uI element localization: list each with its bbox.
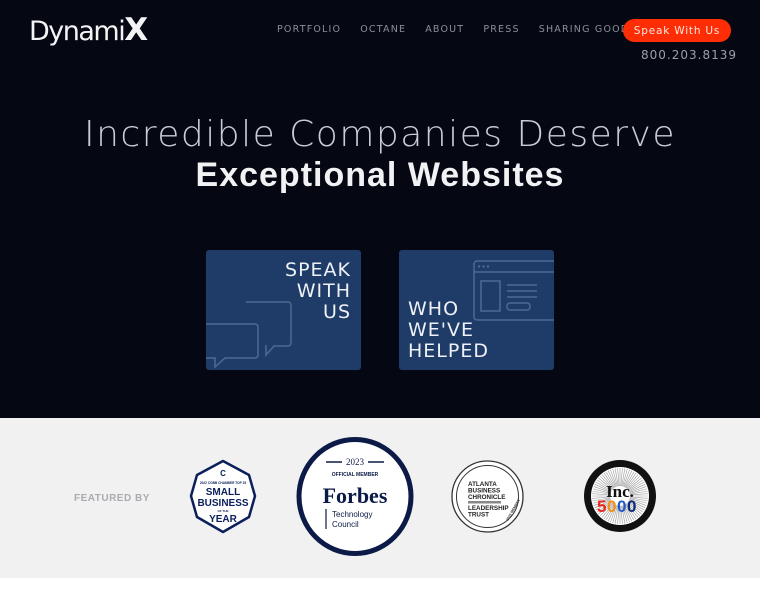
abc-line3: CHRONICLE (468, 494, 505, 501)
card-line: HELPED (408, 340, 489, 362)
cobb-letter: C (220, 469, 226, 478)
inc-digit: 5 (597, 497, 606, 516)
headline-bold: Exceptional Websites (195, 156, 565, 194)
dynamix-logo[interactable]: DynamiX (29, 12, 148, 48)
nav-portfolio[interactable]: PORTFOLIO (277, 24, 341, 35)
phone-number-link[interactable]: 800.203.8139 (641, 48, 737, 62)
card-line: SPEAK (285, 259, 351, 281)
card-line: US (323, 301, 351, 323)
who-weve-helped-card[interactable]: WHO WE'VE HELPED (399, 250, 554, 370)
atlanta-business-chronicle-badge[interactable]: ATLANTA BUSINESS CHRONICLE LEADERSHIP TR… (450, 459, 525, 534)
cobb-line1: SMALL (206, 487, 240, 498)
forbes-badge[interactable]: 2023 OFFICIAL MEMBER Forbes Technology C… (295, 436, 415, 557)
forbes-council2: Council (332, 520, 359, 529)
cobb-top-text: 2022 COBB CHAMBER TOP 25 (200, 481, 247, 485)
inc-digit: 0 (607, 497, 616, 516)
forbes-year: 2023 (346, 457, 365, 467)
logo-text: Dynami (29, 16, 126, 47)
abc-line5: TRUST (468, 512, 489, 519)
nav-octane[interactable]: OCTANE (360, 24, 406, 35)
hero-section: DynamiX PORTFOLIO OCTANE ABOUT PRESS SHA… (0, 0, 760, 418)
featured-by-label: FEATURED BY (74, 493, 150, 504)
cobb-line2: BUSINESS (197, 498, 248, 509)
speak-with-us-card-text: SPEAK WITH US (285, 260, 351, 323)
nav-press[interactable]: PRESS (483, 24, 519, 35)
inc-digit: 0 (627, 497, 636, 516)
cobb-line3: OF THE (218, 509, 229, 513)
card-line: WHO (408, 298, 460, 320)
card-line: WITH (296, 280, 351, 302)
who-weve-helped-card-text: WHO WE'VE HELPED (408, 299, 489, 362)
forbes-council1: Technology (332, 510, 372, 519)
cobb-line4: YEAR (209, 514, 238, 525)
nav-about[interactable]: ABOUT (425, 24, 464, 35)
forbes-brand: Forbes (323, 483, 388, 508)
forbes-sub: OFFICIAL MEMBER (332, 472, 379, 478)
inc-5000-badge[interactable]: Inc. 5 0 0 0 (583, 459, 657, 533)
headline-light: Incredible Companies Deserve (83, 114, 677, 155)
speak-with-us-card[interactable]: SPEAK WITH US (206, 250, 361, 370)
cobb-chamber-badge[interactable]: C 2022 COBB CHAMBER TOP 25 SMALL BUSINES… (189, 459, 257, 534)
speak-with-us-button[interactable]: Speak With Us (623, 19, 731, 42)
card-line: WE'VE (408, 319, 475, 341)
logo-x: X (124, 12, 149, 48)
inc-digit: 0 (617, 497, 626, 516)
